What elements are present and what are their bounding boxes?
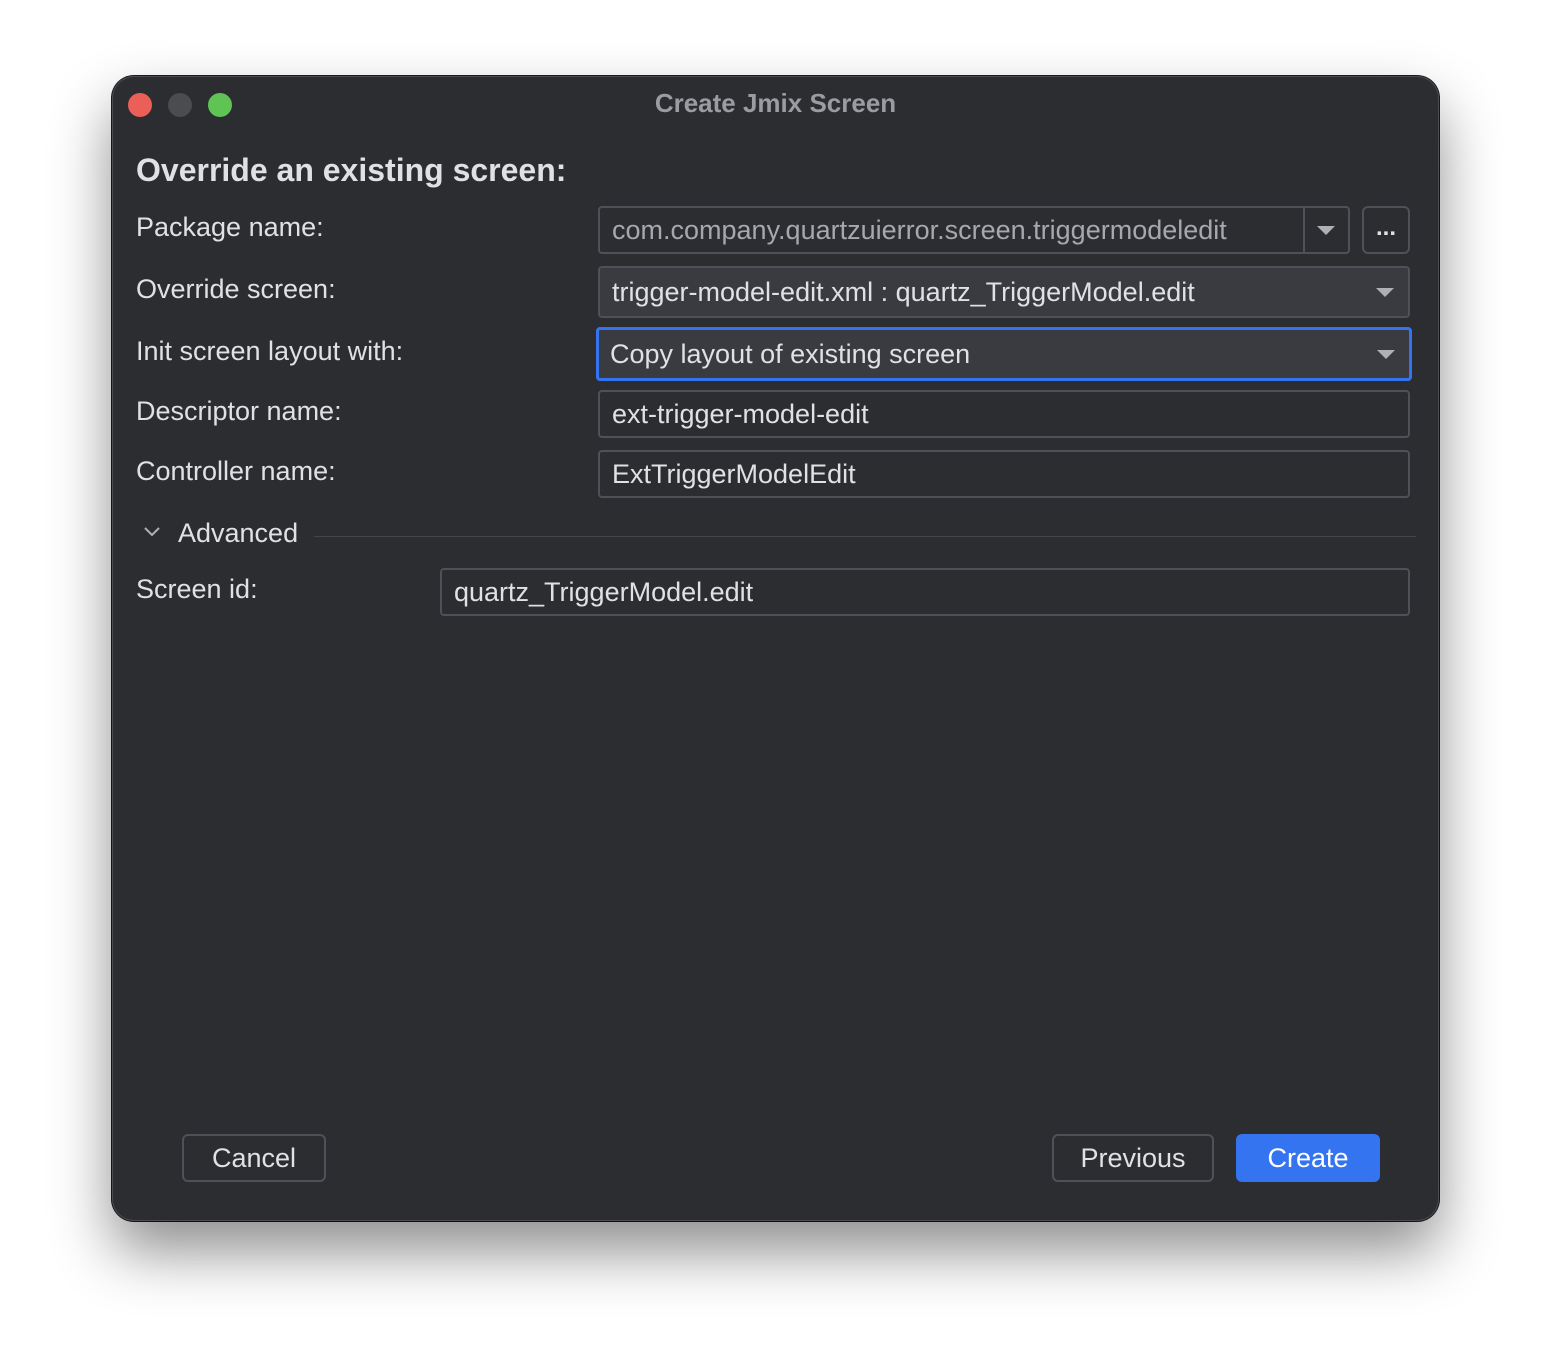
controller-name-value: ExtTriggerModelEdit bbox=[612, 458, 856, 489]
dropdown-arrow-icon bbox=[1377, 350, 1395, 359]
package-name-input[interactable]: com.company.quartzuierror.screen.trigger… bbox=[598, 206, 1305, 254]
descriptor-name-label: Descriptor name: bbox=[136, 396, 342, 426]
dialog-window: Create Jmix Screen Override an existing … bbox=[112, 76, 1439, 1221]
screen-id-value: quartz_TriggerModel.edit bbox=[454, 576, 754, 607]
advanced-divider bbox=[314, 536, 1416, 537]
advanced-section-toggle[interactable]: Advanced bbox=[178, 518, 298, 549]
package-name-dropdown-button[interactable] bbox=[1304, 206, 1350, 254]
override-screen-label: Override screen: bbox=[136, 274, 336, 304]
cancel-button[interactable]: Cancel bbox=[182, 1134, 326, 1182]
controller-name-label: Controller name: bbox=[136, 456, 336, 486]
controller-name-input[interactable]: ExtTriggerModelEdit bbox=[598, 450, 1410, 498]
create-button[interactable]: Create bbox=[1236, 1134, 1380, 1182]
chevron-down-icon[interactable] bbox=[142, 522, 162, 542]
package-name-label: Package name: bbox=[136, 212, 324, 242]
descriptor-name-input[interactable]: ext-trigger-model-edit bbox=[598, 390, 1410, 438]
title-bar: Create Jmix Screen bbox=[112, 76, 1439, 132]
dropdown-arrow-icon bbox=[1376, 288, 1394, 297]
browse-package-button[interactable]: ... bbox=[1362, 206, 1410, 254]
init-layout-select[interactable]: Copy layout of existing screen bbox=[596, 327, 1412, 381]
page-title: Override an existing screen: bbox=[136, 152, 567, 188]
descriptor-name-value: ext-trigger-model-edit bbox=[612, 398, 869, 429]
package-name-value: com.company.quartzuierror.screen.trigger… bbox=[612, 214, 1227, 245]
previous-button[interactable]: Previous bbox=[1052, 1134, 1214, 1182]
window-title: Create Jmix Screen bbox=[654, 88, 897, 118]
override-screen-select[interactable]: trigger-model-edit.xml : quartz_TriggerM… bbox=[598, 266, 1410, 318]
dropdown-arrow-icon bbox=[1317, 226, 1335, 235]
init-layout-value: Copy layout of existing screen bbox=[610, 338, 971, 369]
screen-id-input[interactable]: quartz_TriggerModel.edit bbox=[440, 568, 1410, 616]
screen-id-label: Screen id: bbox=[136, 574, 258, 604]
override-screen-value: trigger-model-edit.xml : quartz_TriggerM… bbox=[612, 276, 1195, 307]
init-layout-label: Init screen layout with: bbox=[136, 336, 404, 366]
